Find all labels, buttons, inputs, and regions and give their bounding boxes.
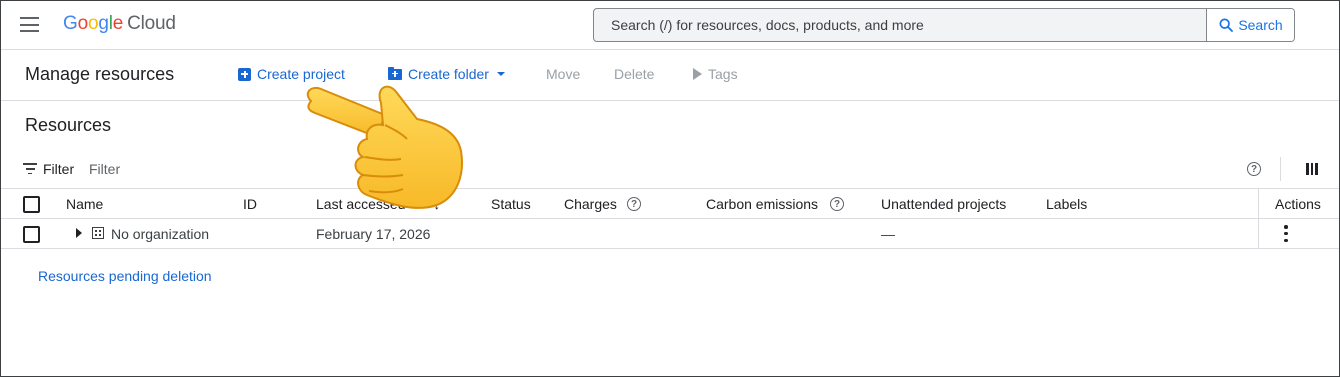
top-bar: Google Cloud Search [1, 1, 1339, 49]
column-header-carbon-emissions[interactable]: Carbon emissions [706, 196, 818, 212]
search-box: Search [593, 8, 1295, 42]
search-icon [1219, 18, 1234, 32]
column-header-id[interactable]: ID [243, 196, 257, 212]
column-header-actions: Actions [1275, 196, 1321, 212]
column-header-name[interactable]: Name [66, 196, 103, 212]
search-button[interactable]: Search [1206, 9, 1294, 41]
page-title: Manage resources [25, 64, 175, 84]
delete-label: Delete [614, 66, 655, 82]
charges-help-icon[interactable]: ? [627, 197, 641, 211]
row-checkbox[interactable] [23, 226, 40, 243]
app-window: GoogleCloud Search Manage resources Crea… [0, 0, 1340, 377]
divider [1280, 157, 1281, 181]
table-row[interactable]: No organization February 17, 2026 — [1, 219, 1339, 249]
resources-heading: Resources [25, 115, 112, 135]
unattended-projects-value: — [881, 226, 895, 242]
column-header-status[interactable]: Status [491, 196, 531, 212]
resources-pending-deletion-link[interactable]: Resources pending deletion [38, 268, 212, 284]
resources-table: Name ID Last accessed ↓ Status Charges ?… [1, 188, 1339, 249]
tags-button[interactable]: Tags [693, 66, 738, 82]
search-input[interactable] [594, 9, 1206, 41]
actions-column-header: Actions [1258, 189, 1339, 218]
expand-arrow-icon[interactable] [76, 228, 82, 238]
row-actions-cell [1258, 219, 1339, 248]
resource-name[interactable]: No organization [111, 226, 209, 242]
google-cloud-logo[interactable]: Google Cloud [63, 13, 176, 35]
move-label: Move [546, 66, 581, 82]
last-accessed-value: February 17, 2026 [316, 226, 431, 242]
search-button-label: Search [1238, 17, 1283, 33]
action-bar: Manage resources Create project Create f… [1, 49, 1339, 101]
delete-button[interactable]: Delete [614, 66, 654, 82]
column-header-unattended-projects[interactable]: Unattended projects [881, 196, 1006, 212]
tag-icon [693, 68, 702, 80]
hamburger-menu-icon[interactable] [20, 17, 39, 32]
create-folder-icon [388, 66, 402, 80]
filter-icon [23, 163, 37, 175]
organization-building-icon [92, 227, 104, 239]
select-all-checkbox[interactable] [23, 196, 40, 213]
column-display-options-icon[interactable] [1306, 163, 1319, 175]
more-actions-icon[interactable] [1284, 225, 1288, 242]
filter-label: Filter [43, 161, 75, 177]
filter-bar: Filter ? [1, 151, 1339, 187]
move-button[interactable]: Move [546, 66, 580, 82]
add-box-icon [238, 67, 251, 81]
column-header-charges[interactable]: Charges [564, 196, 617, 212]
chevron-down-icon [496, 72, 505, 76]
column-header-labels[interactable]: Labels [1046, 196, 1087, 212]
help-icon[interactable]: ? [1247, 162, 1261, 176]
pointing-hand-icon [306, 85, 463, 209]
carbon-emissions-help-icon[interactable]: ? [830, 197, 844, 211]
tags-label: Tags [708, 66, 738, 82]
table-header-row: Name ID Last accessed ↓ Status Charges ?… [1, 188, 1339, 219]
